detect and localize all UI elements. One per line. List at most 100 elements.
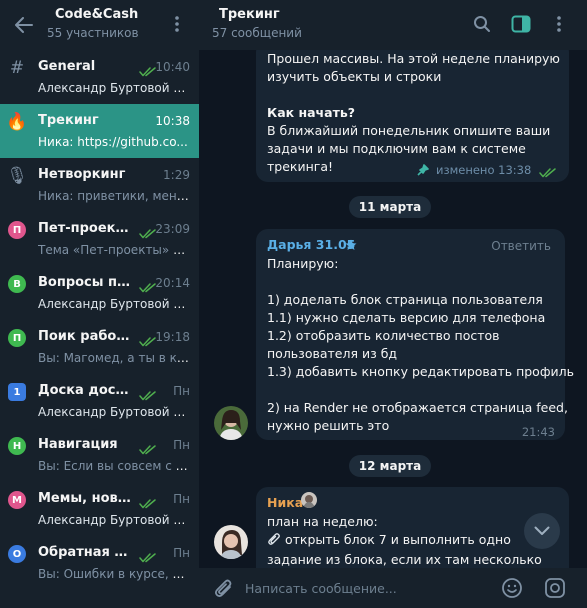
topic-preview-text: Вы: Магомед, а ты в ка... [38,351,190,365]
user-avatar[interactable] [214,406,248,440]
message-line: открыть блок 7 и выполнить одно [267,531,542,551]
message-line: 2) на Render не отображается страница fe… [267,400,568,415]
letter-m-icon: М [8,491,26,509]
read-checkmarks-icon [539,165,556,183]
message-line: 1.1) нужно сделать версию для телефона [267,310,546,325]
search-icon[interactable] [470,12,494,36]
topic-preview: Вы: Если вы совсем с 0 ... [38,459,190,473]
message-line: задачи и мы подключим вам к системе [267,141,526,156]
letter-v-icon: В [8,275,26,293]
read-checkmarks-icon [139,494,156,509]
message-text: Прошел массивы. На этой неделе планирую … [267,50,560,176]
topic-preview-text: Вы: Ошибки в курсе, п... [38,567,190,581]
number-one-icon: 1 [8,383,26,401]
topics-sidebar: Code&Cash 55 участников # General 10:40 Але… [0,0,199,608]
message-line [267,381,574,399]
topic-preview-sender: Александр Буртовой и... [38,405,190,419]
letter-p-icon: П [8,329,26,347]
paperclip-icon [267,532,285,551]
fire-icon: 🔥 [6,112,28,132]
camera-icon[interactable] [544,577,566,603]
message-line: 1) доделать блок страница пользователя [267,292,543,307]
message-edited-time: изменено 13:38 [436,163,532,177]
message-composer [199,568,587,608]
letter-p-icon: П [8,221,26,239]
author-emoji-status-icon [301,492,317,508]
topic-item[interactable]: В Вопросы по ... 20:14 Александр Буртовой и… [0,266,199,320]
topic-time: 10:40 [155,60,190,74]
message-author[interactable]: Дарья 31.05 [267,236,355,254]
topic-title: Доска достиже... [38,383,133,398]
topic-preview: Ника: https://github.co... [38,135,190,149]
more-menu-icon[interactable] [168,12,186,36]
topic-title: Пет-проекты [38,221,133,236]
topic-time: Пн [173,438,190,452]
emoji-icon[interactable] [501,577,523,603]
topic-title: General [38,59,96,74]
topic-item[interactable]: П Поик работ... 19:18 Вы: Магомед, а ты в к… [0,320,199,374]
message-bubble[interactable]: Прошел массивы. На этой неделе планирую … [256,40,569,182]
scroll-down-button[interactable] [524,513,560,549]
read-checkmarks-icon [139,62,156,77]
chat-title[interactable]: Трекинг [219,7,280,22]
reply-button[interactable]: Ответить [491,237,551,255]
message-input[interactable] [245,576,485,600]
topic-time: Пн [173,546,190,560]
topic-item[interactable]: О Обратная связ... Пн Вы: Ошибки в курсе, п… [0,536,199,590]
topic-time: Пн [173,384,190,398]
read-checkmarks-icon [139,548,156,563]
message-bubble[interactable]: Дарья 31.05 Ответить Планирую: 1) додела… [256,229,574,440]
message-line: план на неделю: [267,514,378,529]
message-line: В ближайший понедельник опишите ваши [267,123,551,138]
pin-icon [417,163,429,181]
microphone-icon: 🎙 [6,166,28,186]
topic-preview: Александр Буртовой и... [38,405,190,419]
attach-icon[interactable] [213,577,235,603]
message-line: 1.2) отобразить количество постов [267,328,500,343]
topic-item[interactable]: М Мемы, новост... Пн Александр Буртовой и..… [0,482,199,536]
message-time: 21:43 [521,425,555,439]
read-checkmarks-icon [139,224,156,239]
topic-item[interactable]: 1 Доска достиже... Пн Александр Буртовой и.… [0,374,199,428]
letter-o-icon: О [8,545,26,563]
topic-item[interactable]: П Пет-проекты 23:09 Тема «Пет-проекты» со..… [0,212,199,266]
chat-header: Трекинг 57 сообщений [199,0,587,50]
group-title: Code&Cash [55,7,139,22]
hash-icon: # [9,58,25,78]
message-text: план на неделю: открыть блок 7 и выполни… [267,513,542,569]
topic-time: 23:09 [155,222,190,236]
message-line: Как начать? [267,105,355,120]
message-line: пользователя из бд [267,346,398,361]
topic-preview: Александр Буртовой о... [38,81,190,95]
read-checkmarks-icon [139,332,156,347]
back-arrow-icon[interactable] [10,11,38,39]
topic-preview-text: Ника: https://github.co... [38,135,188,149]
topic-preview-text: Вы: Если вы совсем с 0 ... [38,459,190,473]
message-line: Прошел массивы. На этой неделе планирую [267,51,560,66]
topic-item[interactable]: Н Навигация Пн Вы: Если вы совсем с 0 ... [0,428,199,482]
topic-preview: Александр Буртовой и... [38,513,190,527]
topic-preview: Александр Буртовой и... [38,297,190,311]
topic-preview: Вы: Ошибки в курсе, п... [38,567,190,581]
topic-preview-sender: Александр Буртовой и... [38,513,190,527]
date-separator: 11 марта [349,196,431,218]
topic-title: Вопросы по ... [38,275,133,290]
message-line-text: открыть блок 7 и выполнить одно [285,532,511,547]
group-member-count: 55 участников [47,26,139,40]
topic-title: Нетворкинг [38,167,126,182]
topic-preview-text: Ника: приветики, меня... [38,189,190,203]
topic-title: Поик работ... [38,329,133,344]
topic-title: Трекинг [38,113,99,128]
more-menu-icon[interactable] [547,12,571,36]
user-avatar[interactable] [214,525,248,559]
topic-preview-text: Тема «Пет-проекты» со... [38,243,190,257]
read-checkmarks-icon [139,440,156,455]
topic-preview: Вы: Магомед, а ты в ка... [38,351,190,365]
message-author[interactable]: Ника [267,494,303,512]
sidebar-header: Code&Cash 55 участников [0,0,199,50]
sidebar-toggle-icon[interactable] [509,12,533,36]
topic-item[interactable]: 🔥 Трекинг 10:38 Ника: https://github.co... [0,104,199,158]
letter-n-icon: Н [8,437,26,455]
topic-item[interactable]: 🎙 Нетворкинг 1:29 Ника: приветики, меня... [0,158,199,212]
topic-item[interactable]: # General 10:40 Александр Буртовой о... [0,50,199,104]
